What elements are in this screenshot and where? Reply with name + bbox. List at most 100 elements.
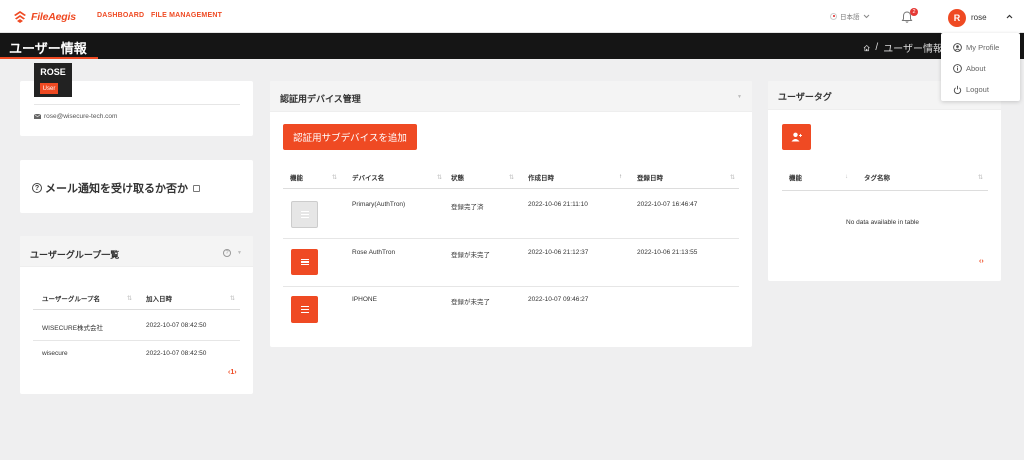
- device-created-cell: 2022-10-06 21:11:10: [528, 201, 588, 208]
- caret-down-icon[interactable]: ▼: [737, 94, 742, 100]
- user-dropdown-menu: My Profile About Logout: [941, 33, 1020, 101]
- column-header-group-name[interactable]: ユーザーグループ名: [42, 293, 100, 303]
- sort-icon[interactable]: ⇅: [332, 174, 337, 181]
- user-name: rose: [971, 13, 987, 22]
- profile-name-box: ROSE User: [34, 63, 72, 97]
- breadcrumb-separator: /: [875, 42, 879, 53]
- add-user-icon: [791, 132, 802, 142]
- card-title: ユーザータグ: [778, 92, 832, 102]
- menu-icon: [300, 258, 309, 266]
- logo-icon: [14, 11, 26, 23]
- column-header-function[interactable]: 機能: [290, 172, 303, 182]
- device-menu-button[interactable]: [291, 296, 318, 323]
- help-icon[interactable]: ?: [223, 249, 231, 257]
- breadcrumb-current: ユーザー情報: [883, 44, 943, 55]
- notification-badge: 2: [910, 8, 918, 16]
- column-header-joined[interactable]: 加入日時: [146, 293, 172, 303]
- breadcrumb: / ユーザー情報: [863, 40, 943, 55]
- mail-notification-card: ? メール通知を受け取るか否か: [20, 160, 253, 213]
- mail-notification-label: メール通知を受け取るか否か: [45, 183, 188, 195]
- device-menu-button-disabled[interactable]: [291, 201, 318, 228]
- menu-item-my-profile[interactable]: My Profile: [941, 37, 1020, 58]
- help-icon[interactable]: ?: [32, 183, 42, 193]
- info-icon: [953, 64, 962, 73]
- page-title: ユーザー情報: [9, 41, 87, 56]
- column-header-tag-name[interactable]: タグ名称: [864, 172, 890, 182]
- column-header-device-name[interactable]: デバイス名: [352, 172, 384, 182]
- sort-icon[interactable]: ⇅: [437, 174, 442, 181]
- device-name-cell: IPHONE: [352, 296, 377, 303]
- row-divider: [283, 238, 739, 239]
- device-status-cell: 登録が未完了: [451, 299, 490, 306]
- envelope-icon: [34, 114, 41, 119]
- add-tag-button[interactable]: [782, 124, 811, 150]
- brand-name: FileAegis: [31, 11, 76, 23]
- sort-icon[interactable]: ⇅: [509, 174, 514, 181]
- sort-icon[interactable]: ↓: [845, 174, 848, 180]
- menu-item-about[interactable]: About: [941, 58, 1020, 79]
- menu-item-logout[interactable]: Logout: [941, 79, 1020, 100]
- sort-asc-icon[interactable]: ↑: [619, 174, 622, 180]
- nav-dashboard[interactable]: DASHBOARD: [97, 12, 144, 19]
- group-name-cell: WISECURE株式会社: [42, 325, 104, 332]
- user-group-card: ユーザーグループ一覧 ? ▼ ユーザーグループ名 ⇅ 加入日時 ⇅ WISECU…: [20, 236, 253, 394]
- row-divider: [33, 340, 240, 341]
- nav-file-management[interactable]: FILE MANAGEMENT: [151, 12, 222, 19]
- column-header-function[interactable]: 機能: [789, 172, 802, 182]
- column-header-registered[interactable]: 登録日時: [637, 172, 663, 182]
- sort-icon[interactable]: ⇅: [730, 174, 735, 181]
- sort-icon[interactable]: ⇅: [127, 295, 132, 302]
- device-registered-cell: 2022-10-06 21:13:55: [637, 249, 698, 256]
- language-label: 日本語: [840, 14, 860, 21]
- user-email: rose@wisecure-tech.com: [44, 113, 118, 120]
- brand-logo[interactable]: FileAegis: [13, 10, 76, 24]
- card-title: 認証用デバイス管理: [280, 94, 361, 104]
- avatar: R: [948, 8, 966, 27]
- menu-icon: [300, 211, 309, 218]
- device-name-cell: Primary(AuthTron): [352, 201, 406, 208]
- power-icon: [953, 85, 962, 94]
- group-name-cell: wisecure: [42, 350, 68, 357]
- divider: [34, 104, 240, 105]
- device-status-cell: 登録完了済: [451, 204, 484, 211]
- title-underline: [0, 57, 98, 59]
- role-badge: User: [40, 83, 58, 94]
- menu-item-label: Logout: [966, 85, 989, 94]
- language-selector[interactable]: 日本語: [830, 11, 870, 21]
- device-created-cell: 2022-10-06 21:12:37: [528, 249, 589, 256]
- user-menu-toggle[interactable]: R rose: [941, 2, 1020, 33]
- device-menu-button[interactable]: [291, 249, 318, 275]
- sort-icon[interactable]: ⇅: [978, 174, 983, 181]
- card-header: 認証用デバイス管理 ▼: [270, 81, 752, 112]
- home-icon[interactable]: [863, 42, 870, 54]
- column-header-created[interactable]: 作成日時: [528, 172, 554, 182]
- pagination[interactable]: ‹1›: [228, 369, 237, 376]
- caret-down-icon[interactable]: ▼: [237, 250, 242, 256]
- header-divider: [33, 309, 240, 310]
- device-name-cell: Rose AuthTron: [352, 249, 396, 256]
- group-joined-cell: 2022-10-07 08:42:50: [146, 350, 207, 357]
- user-tag-card: ユーザータグ 機能 ↓ タグ名称 ⇅ No data available in …: [768, 81, 1001, 281]
- japan-flag-icon: [830, 12, 837, 20]
- page-header: ユーザー情報 / ユーザー情報: [0, 33, 1024, 59]
- top-navbar: FileAegis DASHBOARD FILE MANAGEMENT 日本語 …: [0, 0, 1024, 33]
- pagination[interactable]: ‹›: [979, 258, 984, 265]
- device-created-cell: 2022-10-07 09:46:27: [528, 296, 589, 303]
- user-circle-icon: [953, 43, 962, 52]
- mail-notification-checkbox[interactable]: [193, 184, 200, 192]
- empty-table-message: No data available in table: [846, 219, 919, 226]
- chevron-down-icon: [863, 14, 869, 18]
- add-sub-device-button[interactable]: 認証用サブデバイスを追加: [283, 124, 417, 150]
- sort-icon[interactable]: ⇅: [230, 295, 235, 302]
- row-divider: [283, 286, 739, 287]
- header-divider: [283, 188, 739, 189]
- menu-item-label: About: [966, 64, 986, 73]
- column-header-status[interactable]: 状態: [451, 172, 464, 182]
- card-title: ユーザーグループ一覧: [30, 250, 120, 260]
- chevron-up-icon: [1006, 14, 1013, 19]
- group-joined-cell: 2022-10-07 08:42:50: [146, 322, 207, 329]
- card-header: ユーザーグループ一覧 ? ▼: [20, 236, 253, 267]
- menu-icon: [300, 306, 309, 313]
- device-status-cell: 登録が未完了: [451, 252, 490, 259]
- auth-device-card: 認証用デバイス管理 ▼ 認証用サブデバイスを追加 機能 ⇅ デバイス名 ⇅ 状態…: [270, 81, 752, 347]
